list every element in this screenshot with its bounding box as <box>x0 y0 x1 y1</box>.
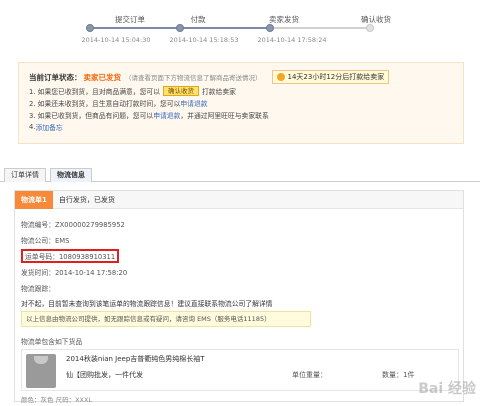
product-row: 2014秋装nian Jeep吉普衢纯色男纯棉长袖T 仙【团购批发，一件代发 单… <box>21 349 459 391</box>
logistics-company: 物流公司：EMS <box>21 237 70 245</box>
instruction-1-text: 1. 如果您已收到货，且对商品满意，您可以 <box>29 88 160 96</box>
refund-link-1[interactable]: 申请退款 <box>180 98 207 108</box>
clock-icon <box>276 73 285 81</box>
product-unit-weight: 单位重量： <box>292 371 327 379</box>
instruction-2: 2. 如果还未收到货，且生意自动打款时间，您可以 申请退款 <box>29 97 453 109</box>
progress-track-pending <box>270 27 370 29</box>
instruction-2-text: 2. 如果还未收到货，且生意自动打款时间，您可以 <box>29 100 181 108</box>
instruction-4: 4. 添加备忘 <box>29 121 453 133</box>
refund-link-2[interactable]: 申请退款 <box>153 110 180 120</box>
auto-pay-timer: 14天23小时12分后打款给卖家 <box>271 70 390 84</box>
shipment-header: 物流单1 自行发货，已发货 <box>15 190 463 209</box>
step-dot-pay <box>176 24 184 32</box>
step-time-ship: 2014-10-14 17:58:24 <box>257 36 327 44</box>
product-name[interactable]: 2014秋装nian Jeep吉普衢纯色男纯棉长袖T <box>66 354 205 364</box>
instruction-3-post: ，并通过阿里旺旺与卖家联系 <box>180 112 269 120</box>
step-label-pay: 付款 <box>190 15 206 24</box>
shipment-panel: 物流单1 自行发货，已发货 物流编号：ZX00000279985952 物流公司… <box>14 190 464 404</box>
ship-time: 发货时间：2014-10-14 17:58:20 <box>21 269 128 277</box>
product-quantity: 数量：1件 <box>382 371 415 379</box>
step-time-pay: 2014-10-14 15:18:53 <box>169 36 239 44</box>
tracking-number-wrap: 运单号码：1080938910311 <box>21 249 120 263</box>
step-time-submit: 2014-10-14 15:04:30 <box>81 36 151 44</box>
order-progress: 提交订单 2014-10-14 15:04:30 付款 2014-10-14 1… <box>0 0 480 60</box>
add-memo-link[interactable]: 添加备忘 <box>36 122 63 132</box>
tab-order-details[interactable]: 订单详情 <box>4 168 46 182</box>
step-label-ship: 卖家发货 <box>269 15 299 24</box>
instruction-1: 1. 如果您已收到货，且对商品满意，您可以 确认收货 打款给卖家 <box>29 85 453 97</box>
status-title: 当前订单状态： <box>29 72 82 82</box>
shipment-tag[interactable]: 物流单1 <box>15 190 53 209</box>
tab-logistics[interactable]: 物流信息 <box>50 168 92 183</box>
status-hint: （请查看页面下方物流信息了解商品寄送情况） <box>125 74 262 82</box>
detail-tabs: 订单详情 物流信息 <box>0 166 480 183</box>
order-status-panel: 当前订单状态： 卖家已发货 （请查看页面下方物流信息了解商品寄送情况） 14天2… <box>18 62 464 144</box>
tracking-number: 运单号码：1080938910311 <box>21 249 120 263</box>
instruction-3-text: 3. 如果已收到货，但商品有问题，您可以 <box>29 112 154 120</box>
instruction-1-post: 打款给卖家 <box>202 88 236 96</box>
status-value: 卖家已发货 <box>83 72 122 82</box>
step-dot-confirm <box>366 24 374 32</box>
logistics-number: 物流编号：ZX00000279985952 <box>21 221 125 229</box>
step-dot-ship <box>266 24 274 32</box>
shipment-status: 自行发货，已发货 <box>58 195 115 204</box>
step-dot-submit <box>86 24 94 32</box>
timer-text: 14天23小时12分后打款给卖家 <box>287 73 385 81</box>
product-thumbnail[interactable] <box>26 354 56 388</box>
trace-message: 对不起，目前暂未查询到该笔运单的物流跟踪信息！建议直接联系物流公司了解详情 <box>21 300 273 308</box>
step-label-submit: 提交订单 <box>115 15 145 24</box>
instruction-3: 3. 如果已收到货，但商品有问题，您可以 申请退款 ，并通过阿里旺旺与卖家联系 <box>29 109 453 121</box>
baidu-watermark: Bai 经验 <box>418 381 476 397</box>
contains-label: 物流单包含如下货品 <box>21 338 83 346</box>
product-seller: 仙【团购批发，一件代发 <box>66 371 143 379</box>
step-label-confirm: 确认收货 <box>361 15 391 24</box>
trace-label: 物流跟踪： <box>21 285 55 293</box>
carrier-notice: 以上信息由物流公司提供，如无跟踪信息或有疑问，请咨询 EMS（服务电话11185… <box>21 311 311 327</box>
confirm-receipt-button[interactable]: 确认收货 <box>163 86 199 96</box>
product-attributes: 颜色：灰色 尺码：XXXL <box>21 396 93 404</box>
